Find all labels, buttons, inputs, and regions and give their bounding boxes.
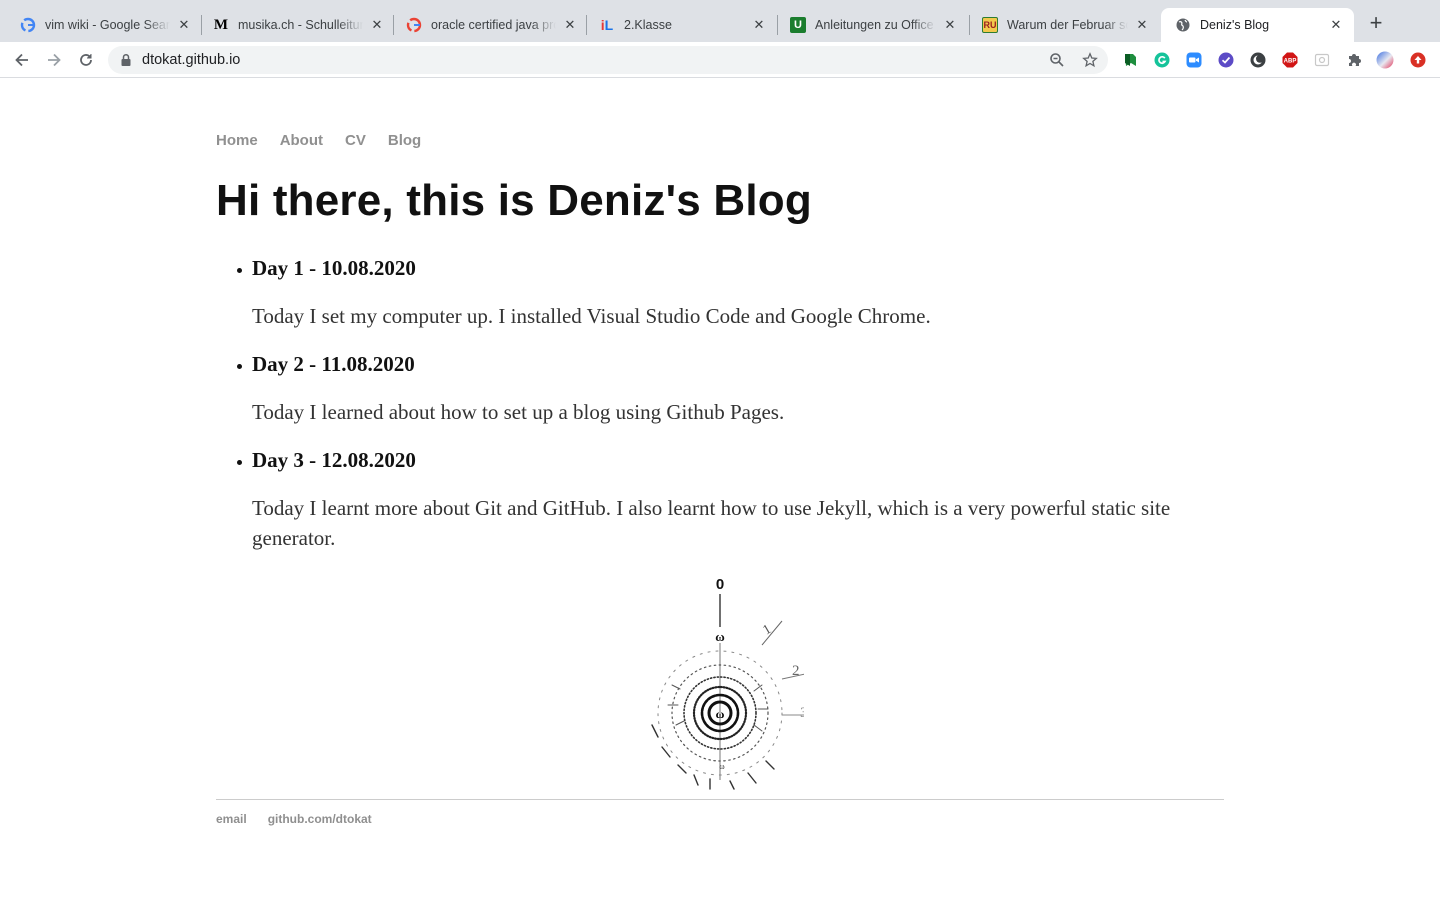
- list-item: Day 1 - 10.08.2020 Today I set my comput…: [237, 253, 1224, 331]
- page-title: Hi there, this is Deniz's Blog: [216, 176, 812, 225]
- new-tab-button[interactable]: +: [1364, 12, 1388, 36]
- omega-spiral-logo: 0 ω 1 2 3 ω ω: [632, 575, 812, 793]
- close-icon[interactable]: ✕: [1328, 17, 1344, 33]
- close-icon[interactable]: ✕: [176, 17, 192, 33]
- forward-arrow-icon[interactable]: [44, 50, 64, 70]
- u-icon: U: [790, 17, 806, 33]
- tab-deniz-blog[interactable]: Deniz's Blog ✕: [1161, 8, 1354, 42]
- post-body: Today I set my computer up. I installed …: [252, 304, 931, 328]
- update-icon[interactable]: [1409, 51, 1427, 69]
- spiral-label-one: 1: [761, 622, 775, 638]
- profile-avatar-icon[interactable]: [1376, 51, 1394, 69]
- spiral-label-omega-center: ω: [716, 707, 725, 721]
- grammarly-icon[interactable]: [1153, 51, 1171, 69]
- omega-spiral-graphic: 0 ω 1 2 3 ω ω: [651, 576, 812, 790]
- google-icon: [20, 17, 36, 33]
- list-item: Day 3 - 12.08.2020 Today I learnt more a…: [237, 445, 1224, 553]
- tab-oracle-java[interactable]: oracle certified java programmer ✕: [392, 8, 588, 42]
- footer-divider: [216, 799, 1224, 800]
- puzzle-icon[interactable]: [1345, 51, 1363, 69]
- lock-icon[interactable]: [120, 53, 132, 67]
- back-arrow-icon[interactable]: [12, 50, 32, 70]
- footer-link-github[interactable]: github.com/dtokat: [268, 812, 372, 826]
- checkmark-extension-icon[interactable]: [1217, 51, 1235, 69]
- tab-strip: vim wiki - Google Search ✕ M musika.ch -…: [0, 0, 1440, 42]
- list-item: Day 2 - 11.08.2020 Today I learned about…: [237, 349, 1224, 427]
- tab-title: 2.Klasse: [624, 18, 672, 32]
- post-body: Today I learned about how to set up a bl…: [252, 400, 785, 424]
- tab-anleitungen-office[interactable]: U Anleitungen zu Office ✕: [776, 8, 968, 42]
- site-nav: Home About CV Blog: [216, 132, 421, 149]
- svg-text:ABP: ABP: [1284, 59, 1297, 65]
- post-heading: Day 3 - 12.08.2020: [237, 445, 1224, 475]
- address-bar[interactable]: dtokat.github.io: [108, 46, 1108, 74]
- il-icon: iL: [600, 17, 614, 33]
- tab-2-klasse[interactable]: iL 2.Klasse ✕: [585, 8, 777, 42]
- tab-vim-wiki[interactable]: vim wiki - Google Search ✕: [6, 8, 202, 42]
- adblock-plus-icon[interactable]: ABP: [1281, 51, 1299, 69]
- tab-title: vim wiki - Google Search: [45, 18, 170, 32]
- zoom-icon[interactable]: [1049, 52, 1065, 68]
- post-heading: Day 1 - 10.08.2020: [237, 253, 1224, 283]
- ru-icon: RU: [982, 17, 998, 33]
- tab-title: musika.ch - Schulleitung: [238, 18, 363, 32]
- star-icon[interactable]: [1082, 52, 1098, 68]
- post-body: Today I learnt more about Git and GitHub…: [252, 496, 1171, 550]
- post-list: Day 1 - 10.08.2020 Today I set my comput…: [237, 253, 1224, 571]
- reload-icon[interactable]: [76, 50, 96, 70]
- tab-musika[interactable]: M musika.ch - Schulleitung ✕: [199, 8, 395, 42]
- nav-link-blog[interactable]: Blog: [388, 132, 421, 149]
- tab-title: Warum der Februar so kurz ist: [1007, 18, 1128, 32]
- close-icon[interactable]: ✕: [562, 17, 578, 33]
- close-icon[interactable]: ✕: [942, 17, 958, 33]
- spiral-label-omega: ω: [715, 629, 725, 644]
- tab-title: Deniz's Blog: [1200, 18, 1270, 32]
- tab-februar[interactable]: RU Warum der Februar so kurz ist ✕: [968, 8, 1160, 42]
- screenshot-extension-icon[interactable]: [1313, 51, 1331, 69]
- post-heading: Day 2 - 11.08.2020: [237, 349, 1224, 379]
- nav-link-cv[interactable]: CV: [345, 132, 366, 149]
- footer-link-email[interactable]: email: [216, 812, 247, 826]
- close-icon[interactable]: ✕: [1134, 17, 1150, 33]
- globe-icon: [1175, 17, 1191, 33]
- close-icon[interactable]: ✕: [369, 17, 385, 33]
- google-icon: [406, 17, 422, 33]
- musika-icon: M: [213, 16, 229, 33]
- spiral-label-omega-small: ω: [719, 762, 724, 771]
- nav-link-home[interactable]: Home: [216, 132, 258, 149]
- extension-bookmark-icon[interactable]: [1121, 51, 1139, 69]
- close-icon[interactable]: ✕: [751, 17, 767, 33]
- site-footer: email github.com/dtokat: [216, 812, 372, 826]
- url-text[interactable]: dtokat.github.io: [142, 52, 240, 68]
- tab-title: Anleitungen zu Office: [815, 18, 934, 32]
- dark-mode-icon[interactable]: [1249, 51, 1267, 69]
- spiral-label-three: 3: [800, 705, 804, 721]
- spiral-label-zero: 0: [716, 576, 724, 593]
- tab-title: oracle certified java programmer: [431, 18, 556, 32]
- zoom-meeting-icon[interactable]: [1185, 51, 1203, 69]
- nav-link-about[interactable]: About: [280, 132, 323, 149]
